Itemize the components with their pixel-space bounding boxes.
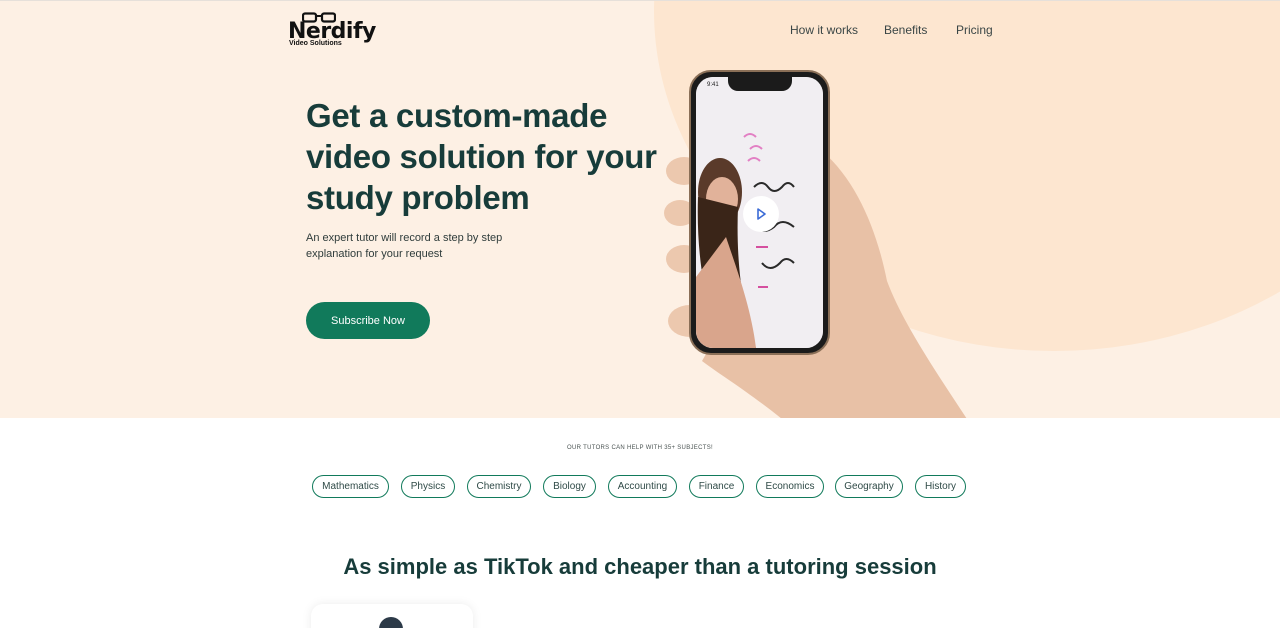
section-title: As simple as TikTok and cheaper than a t… — [343, 554, 937, 579]
chip-mathematics[interactable]: Mathematics — [312, 475, 389, 498]
chip-economics[interactable]: Economics — [756, 475, 824, 498]
play-button[interactable] — [743, 196, 779, 232]
chip-physics[interactable]: Physics — [401, 475, 455, 498]
hero-subtitle: An expert tutor will record a step by st… — [306, 232, 503, 260]
chip-geography[interactable]: Geography — [835, 475, 903, 498]
phone-status-time: 9:41 — [707, 82, 719, 88]
nav-benefits[interactable]: Benefits — [884, 23, 927, 37]
chip-finance[interactable]: Finance — [689, 475, 744, 498]
step-card — [311, 604, 473, 628]
step-number-badge — [379, 617, 403, 628]
chip-chemistry[interactable]: Chemistry — [467, 475, 531, 498]
hero-section: Nerdify Video Solutions How it works Ben… — [0, 0, 1280, 418]
nerdify-logo[interactable]: Nerdify Video Solutions — [288, 12, 376, 48]
phone-notch — [728, 77, 792, 91]
chip-biology[interactable]: Biology — [543, 475, 596, 498]
chip-accounting[interactable]: Accounting — [608, 475, 677, 498]
play-icon — [757, 208, 766, 220]
nav-how-it-works[interactable]: How it works — [790, 23, 858, 37]
hero-title: Get a custom-made video solution for you… — [306, 97, 657, 216]
nav-pricing[interactable]: Pricing — [956, 23, 993, 37]
logo-tagline: Video Solutions — [289, 40, 342, 47]
chip-history[interactable]: History — [915, 475, 966, 498]
subscribe-now-button[interactable]: Subscribe Now — [306, 302, 430, 339]
subjects-caption: OUR TUTORS CAN HELP WITH 35+ SUBJECTS! — [567, 445, 713, 451]
